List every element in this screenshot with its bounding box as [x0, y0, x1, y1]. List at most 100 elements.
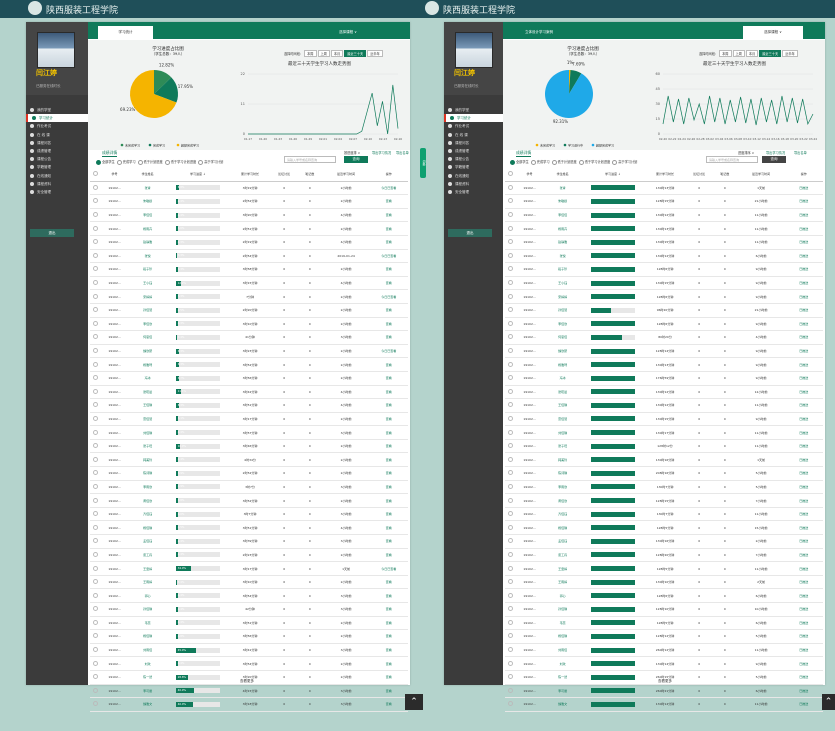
student-name[interactable]: 李可馨 — [128, 684, 167, 699]
sidebar-item-0[interactable]: 我的学堂 — [26, 106, 88, 114]
student-name[interactable]: 赵静雅 — [543, 235, 582, 250]
row-select[interactable] — [90, 684, 101, 699]
row-action[interactable]: 今日已查看 — [369, 344, 408, 359]
student-name[interactable]: 张青 — [128, 181, 167, 196]
row-action[interactable]: 已推送 — [784, 534, 823, 549]
row-action[interactable]: 已推送 — [784, 289, 823, 304]
row-action[interactable]: 已推送 — [784, 317, 823, 332]
header-select[interactable] — [505, 168, 516, 182]
student-name[interactable]: 王雯婷 — [128, 561, 167, 576]
row-action[interactable]: 查看 — [369, 656, 408, 671]
row-action[interactable]: 已推送 — [784, 548, 823, 563]
student-name[interactable]: 韩美玲 — [543, 452, 582, 468]
row-select[interactable] — [505, 289, 516, 304]
row-select[interactable] — [505, 643, 516, 658]
student-name[interactable]: 王佳琪 — [128, 398, 167, 413]
row-action[interactable]: 查看 — [369, 425, 408, 440]
student-name[interactable]: 杨佳琪 — [128, 520, 167, 536]
sidebar-item-4[interactable]: 课程问答 — [26, 139, 88, 147]
row-action[interactable]: 查看 — [369, 303, 408, 318]
sidebar-item-10[interactable]: 安全管理 — [444, 188, 503, 196]
row-select[interactable] — [505, 534, 516, 549]
row-select[interactable] — [90, 588, 101, 603]
sidebar-item-4[interactable]: 课程问答 — [444, 139, 503, 147]
student-name[interactable]: 张青 — [543, 181, 582, 196]
course-select[interactable]: 选择课程 ∨ — [318, 26, 378, 39]
student-name[interactable]: 魏欣研 — [543, 344, 582, 359]
filter-this-week[interactable]: 本周 — [304, 50, 317, 57]
row-action[interactable]: 查看 — [369, 398, 408, 413]
sidebar-item-8[interactable]: 在线通知 — [444, 172, 503, 180]
row-select[interactable] — [505, 588, 516, 603]
row-action[interactable]: 已推送 — [784, 371, 823, 386]
row-action[interactable]: 已推送 — [784, 575, 823, 590]
student-name[interactable]: 孟佳钰 — [128, 534, 167, 549]
sidebar-item-5[interactable]: 成绩管理 — [26, 147, 88, 155]
row-action[interactable]: 查看 — [369, 643, 408, 658]
student-name[interactable]: 孙佳慧 — [543, 303, 582, 318]
student-name[interactable]: 张子旺 — [543, 439, 582, 454]
row-select[interactable] — [90, 602, 101, 617]
row-action[interactable]: 查看 — [369, 412, 408, 427]
row-select[interactable] — [90, 194, 101, 209]
row-select[interactable] — [90, 507, 101, 522]
row-select[interactable] — [90, 289, 101, 304]
row-action[interactable]: 查看 — [369, 520, 408, 536]
row-select[interactable] — [90, 221, 101, 236]
row-select[interactable] — [90, 616, 101, 631]
query-button-right[interactable]: 查询 — [762, 156, 786, 163]
row-select[interactable] — [505, 412, 516, 427]
side-toggle-button[interactable]: 切换 — [420, 148, 426, 178]
row-select[interactable] — [90, 371, 101, 386]
row-select[interactable] — [90, 412, 101, 427]
student-name[interactable]: 陈一然 — [543, 670, 582, 685]
row-select[interactable] — [505, 466, 516, 481]
row-select[interactable] — [505, 371, 516, 386]
sidebar-item-8[interactable]: 在线通知 — [26, 172, 88, 180]
student-name[interactable]: 黄佳欣 — [128, 493, 167, 508]
student-name[interactable]: 宋婷婷 — [543, 289, 582, 304]
student-name[interactable]: 李佳佳 — [128, 208, 167, 223]
row-action[interactable]: 查看 — [369, 588, 408, 603]
student-name[interactable]: 杨雅琦 — [128, 357, 167, 372]
row-select[interactable] — [505, 317, 516, 332]
student-name[interactable]: 张晓晨 — [543, 385, 582, 400]
row-action[interactable]: 今日已查看 — [369, 289, 408, 304]
row-select[interactable] — [90, 629, 101, 644]
sidebar-item-2[interactable]: 作业考试 — [26, 122, 88, 130]
filter-this-week-right[interactable]: 本周 — [719, 50, 732, 57]
row-action[interactable]: 查看 — [369, 534, 408, 549]
row-action[interactable]: 已推送 — [784, 357, 823, 372]
row-select[interactable] — [90, 357, 101, 372]
student-name[interactable]: 李雨欣 — [128, 480, 167, 495]
student-name[interactable]: 张子旺 — [128, 439, 167, 454]
student-name[interactable]: 孙佳慧 — [128, 303, 167, 318]
student-name[interactable]: 韦蕊 — [128, 616, 167, 631]
filter-this-month-right[interactable]: 本月 — [745, 50, 759, 57]
row-select[interactable] — [505, 507, 516, 522]
student-name[interactable]: 陈诗琪 — [543, 466, 582, 481]
radio-below-plan-right[interactable] — [578, 159, 584, 165]
student-name[interactable]: 魏欣研 — [128, 344, 167, 359]
row-select[interactable] — [90, 480, 101, 495]
row-action[interactable]: 查看 — [369, 262, 408, 277]
row-action[interactable]: 已推送 — [784, 602, 823, 617]
row-action[interactable]: 查看 — [369, 194, 408, 209]
student-name[interactable]: 刘雨佳 — [128, 643, 167, 658]
filter-last-week[interactable]: 上周 — [317, 50, 330, 57]
student-name[interactable]: 杨佳琪 — [543, 520, 582, 536]
student-name[interactable]: 王小钰 — [543, 276, 582, 291]
row-select[interactable] — [90, 534, 101, 549]
avatar-right[interactable] — [455, 32, 493, 68]
row-select[interactable] — [505, 303, 516, 318]
row-select[interactable] — [505, 697, 516, 712]
filter-half-year[interactable]: 近半年 — [367, 50, 383, 57]
row-select[interactable] — [90, 208, 101, 223]
row-select[interactable] — [505, 425, 516, 440]
row-action[interactable]: 已推送 — [784, 656, 823, 671]
radio-below-right[interactable] — [551, 159, 557, 165]
row-action[interactable]: 已推送 — [784, 588, 823, 603]
row-select[interactable] — [505, 548, 516, 563]
student-name[interactable]: 刘欢 — [128, 656, 167, 671]
row-action[interactable]: 查看 — [369, 480, 408, 495]
